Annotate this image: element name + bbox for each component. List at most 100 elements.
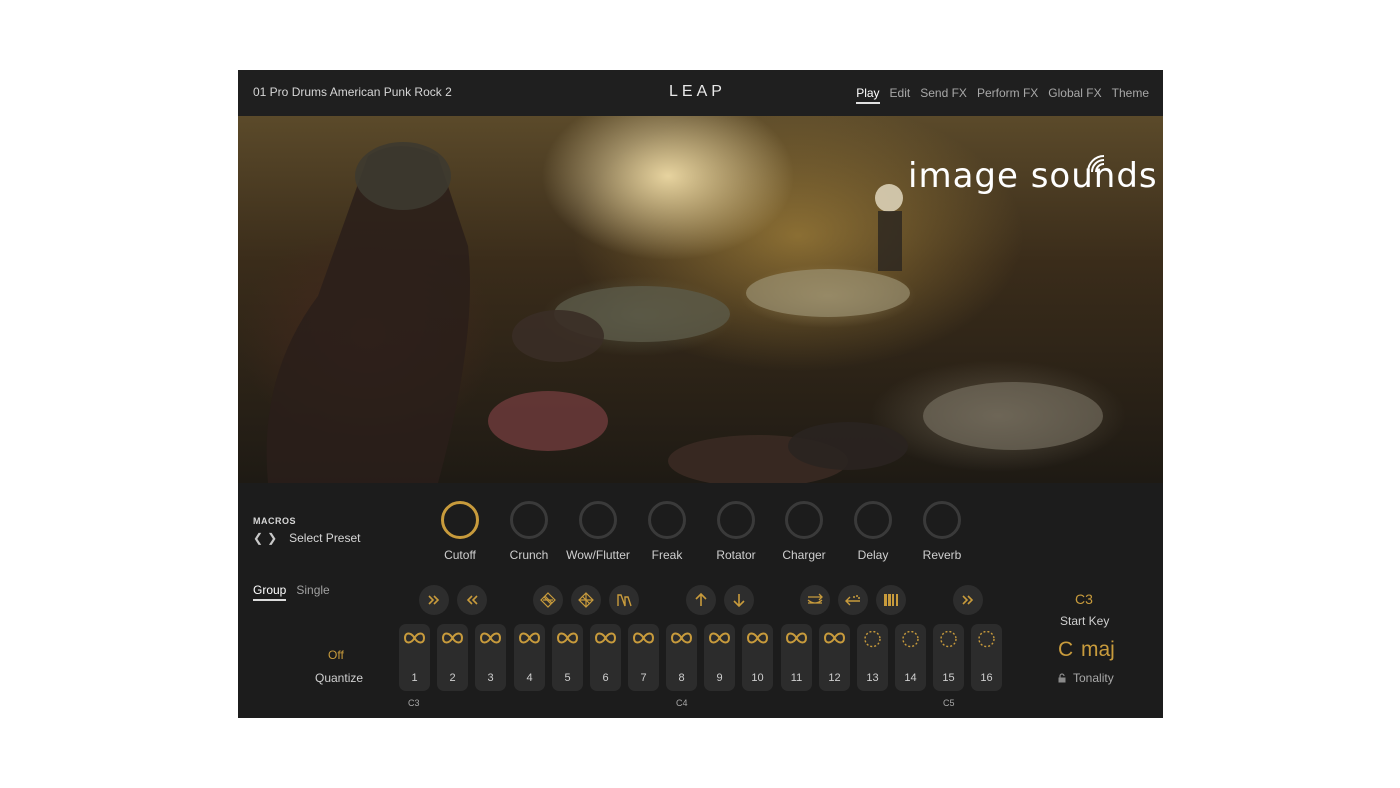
rotator-knob[interactable] bbox=[717, 501, 755, 539]
pad-7[interactable]: 7 bbox=[628, 624, 659, 691]
knob-label: Charger bbox=[782, 548, 826, 562]
bars-button[interactable] bbox=[876, 585, 906, 615]
tonality-scale[interactable]: maj bbox=[1081, 638, 1115, 662]
pad-number: 14 bbox=[904, 672, 917, 684]
tab-theme[interactable]: Theme bbox=[1112, 86, 1149, 104]
pad-14[interactable]: 14 bbox=[895, 624, 926, 691]
leap-logo: LEAP bbox=[669, 83, 726, 100]
plugin-window: 01 Pro Drums American Punk Rock 2 LEAP P… bbox=[238, 70, 1163, 718]
swap-icon bbox=[807, 593, 823, 604]
loop-icon bbox=[824, 632, 845, 644]
macro-wow-flutter: Wow/Flutter bbox=[563, 501, 633, 562]
mode-group[interactable]: Group bbox=[253, 583, 287, 601]
knob-label: Freak bbox=[651, 548, 683, 562]
tab-edit[interactable]: Edit bbox=[890, 86, 911, 104]
rewind-icon bbox=[466, 595, 478, 605]
reverb-knob[interactable] bbox=[923, 501, 961, 539]
arrow-up-icon bbox=[695, 592, 707, 606]
knob-label: Rotator bbox=[716, 548, 756, 562]
grid-b-icon bbox=[578, 592, 594, 608]
start-key-label: Start Key bbox=[1060, 614, 1110, 628]
pad-3[interactable]: 3 bbox=[475, 624, 506, 691]
macro-charger: Charger bbox=[769, 501, 839, 562]
knob-label: Wow/Flutter bbox=[566, 548, 630, 562]
loop-icon bbox=[786, 632, 807, 644]
pad-number: 3 bbox=[487, 672, 494, 684]
loop-icon bbox=[404, 632, 425, 644]
pad-13[interactable]: 13 bbox=[857, 624, 888, 691]
arrow-down-button[interactable] bbox=[724, 585, 754, 615]
tab-play[interactable]: Play bbox=[856, 86, 880, 104]
knob-label: Crunch bbox=[509, 548, 549, 562]
scatter-button[interactable] bbox=[838, 585, 868, 615]
lock-icon[interactable] bbox=[1057, 673, 1067, 683]
mode-single[interactable]: Single bbox=[296, 583, 329, 601]
tab-global-fx[interactable]: Global FX bbox=[1048, 86, 1101, 104]
pad-number: 9 bbox=[716, 672, 723, 684]
grid-a-icon bbox=[540, 592, 556, 608]
pad-number: 16 bbox=[980, 672, 993, 684]
crunch-knob[interactable] bbox=[510, 501, 548, 539]
chevron-left-icon[interactable]: ❮ bbox=[253, 531, 263, 545]
tab-perform-fx[interactable]: Perform FX bbox=[977, 86, 1038, 104]
one-shot-icon bbox=[978, 631, 995, 648]
loop-icon bbox=[595, 632, 616, 644]
pad-8[interactable]: 8 bbox=[666, 624, 697, 691]
tab-send-fx[interactable]: Send FX bbox=[920, 86, 967, 104]
fast-forward-button[interactable] bbox=[419, 585, 449, 615]
loop-icon bbox=[709, 632, 730, 644]
pad-number: 2 bbox=[449, 672, 456, 684]
pad-number: 5 bbox=[564, 672, 571, 684]
signal-icon bbox=[1087, 155, 1105, 173]
pad-number: 7 bbox=[640, 672, 647, 684]
wave-icon bbox=[617, 594, 632, 607]
loop-icon bbox=[480, 632, 501, 644]
knob-label: Reverb bbox=[922, 548, 962, 562]
tonality-label: Tonality bbox=[1073, 671, 1114, 685]
scatter-icon bbox=[845, 595, 860, 606]
pad-10[interactable]: 10 bbox=[742, 624, 773, 691]
note-label-c5: C5 bbox=[943, 698, 955, 708]
pad-number: 10 bbox=[751, 672, 764, 684]
note-label-c4: C4 bbox=[676, 698, 688, 708]
cutoff-knob[interactable] bbox=[441, 501, 479, 539]
forward-icon bbox=[962, 595, 974, 605]
pad-16[interactable]: 16 bbox=[971, 624, 1002, 691]
one-shot-icon bbox=[864, 631, 881, 648]
bars-icon bbox=[884, 594, 898, 606]
loop-icon bbox=[671, 632, 692, 644]
knob-label: Delay bbox=[857, 548, 889, 562]
pad-2[interactable]: 2 bbox=[437, 624, 468, 691]
pad-4[interactable]: 4 bbox=[514, 624, 545, 691]
pad-12[interactable]: 12 bbox=[819, 624, 850, 691]
brand-logo: image sounds bbox=[908, 156, 1158, 196]
arrow-up-button[interactable] bbox=[686, 585, 716, 615]
forward-button[interactable] bbox=[953, 585, 983, 615]
freak-knob[interactable] bbox=[648, 501, 686, 539]
pad-9[interactable]: 9 bbox=[704, 624, 735, 691]
charger-knob[interactable] bbox=[785, 501, 823, 539]
pad-11[interactable]: 11 bbox=[781, 624, 812, 691]
delay-knob[interactable] bbox=[854, 501, 892, 539]
grid-a-button[interactable] bbox=[533, 585, 563, 615]
swap-button[interactable] bbox=[800, 585, 830, 615]
pad-6[interactable]: 6 bbox=[590, 624, 621, 691]
rewind-button[interactable] bbox=[457, 585, 487, 615]
select-preset-button[interactable]: Select Preset bbox=[289, 531, 360, 545]
grid-b-button[interactable] bbox=[571, 585, 601, 615]
tonality-root[interactable]: C bbox=[1058, 638, 1073, 662]
macro-freak: Freak bbox=[632, 501, 702, 562]
tab-bar: Play Edit Send FX Perform FX Global FX T… bbox=[856, 86, 1149, 104]
pad-5[interactable]: 5 bbox=[552, 624, 583, 691]
start-key-value[interactable]: C3 bbox=[1075, 591, 1093, 607]
pad-1[interactable]: 1 bbox=[399, 624, 430, 691]
hero-image: image sounds bbox=[238, 116, 1163, 483]
loop-icon bbox=[633, 632, 654, 644]
wave-button[interactable] bbox=[609, 585, 639, 615]
pad-number: 13 bbox=[866, 672, 879, 684]
pad-15[interactable]: 15 bbox=[933, 624, 964, 691]
chevron-right-icon[interactable]: ❯ bbox=[267, 531, 277, 545]
quantize-value[interactable]: Off bbox=[328, 648, 344, 662]
macro-rotator: Rotator bbox=[701, 501, 771, 562]
wow-flutter-knob[interactable] bbox=[579, 501, 617, 539]
